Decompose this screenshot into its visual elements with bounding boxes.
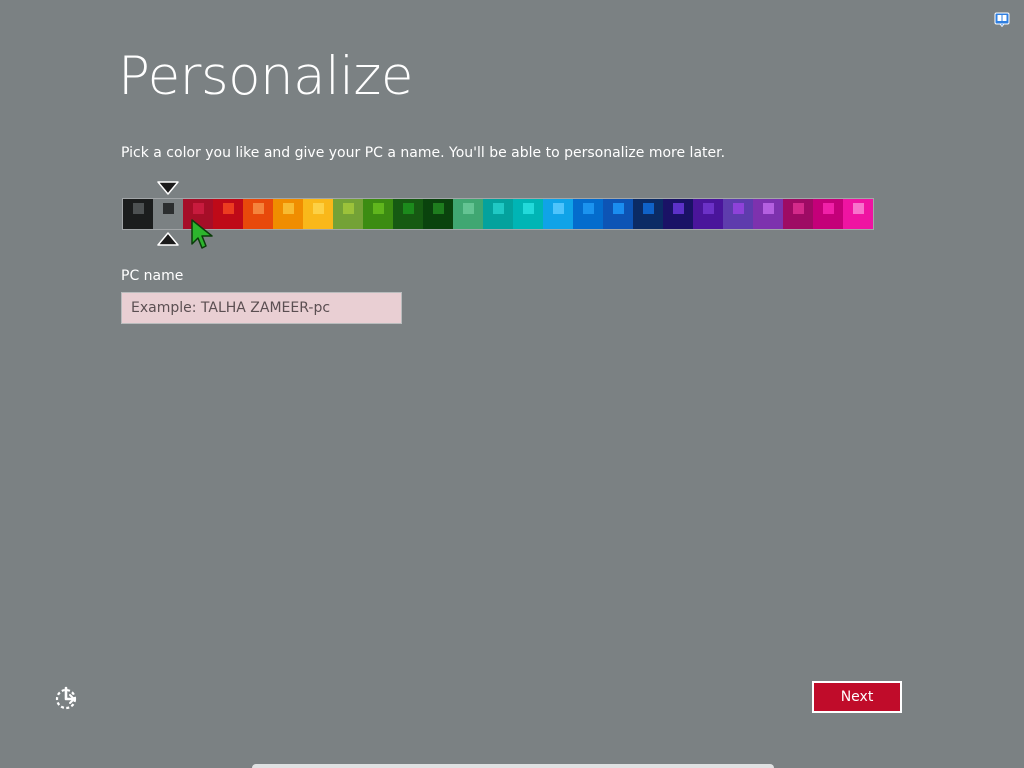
color-swatch[interactable] <box>483 199 513 229</box>
color-swatch[interactable] <box>753 199 783 229</box>
page-title: Personalize <box>118 46 413 107</box>
color-swatch-accent <box>163 203 174 214</box>
color-swatch[interactable] <box>453 199 483 229</box>
color-swatch-accent <box>253 203 264 214</box>
color-swatch[interactable] <box>303 199 333 229</box>
color-swatch-accent <box>673 203 684 214</box>
color-swatch-accent <box>703 203 714 214</box>
color-swatch-accent <box>343 203 354 214</box>
color-swatch-accent <box>313 203 324 214</box>
color-swatch[interactable] <box>633 199 663 229</box>
color-swatch-selected[interactable] <box>153 199 183 229</box>
selection-marker-top-icon <box>157 181 179 195</box>
color-swatch-accent <box>553 203 564 214</box>
color-swatch[interactable] <box>333 199 363 229</box>
color-swatch[interactable] <box>513 199 543 229</box>
selection-marker-bottom-icon <box>157 232 179 246</box>
color-swatch-accent <box>733 203 744 214</box>
color-swatch-accent <box>583 203 594 214</box>
color-swatch[interactable] <box>813 199 843 229</box>
color-swatch-accent <box>823 203 834 214</box>
color-swatch-accent <box>133 203 144 214</box>
color-swatch-accent <box>763 203 774 214</box>
color-swatch[interactable] <box>273 199 303 229</box>
color-swatch-accent <box>373 203 384 214</box>
color-swatch[interactable] <box>213 199 243 229</box>
color-swatch-accent <box>523 203 534 214</box>
color-swatch[interactable] <box>123 199 153 229</box>
color-swatch[interactable] <box>363 199 393 229</box>
color-swatch[interactable] <box>693 199 723 229</box>
color-swatch[interactable] <box>723 199 753 229</box>
color-swatch[interactable] <box>393 199 423 229</box>
color-swatch[interactable] <box>423 199 453 229</box>
color-swatch[interactable] <box>783 199 813 229</box>
color-swatch-accent <box>493 203 504 214</box>
personalize-page: Personalize Pick a color you like and gi… <box>0 0 1024 768</box>
color-swatch-accent <box>223 203 234 214</box>
pc-name-input[interactable] <box>121 292 402 324</box>
ease-of-access-icon[interactable] <box>52 684 80 712</box>
color-palette <box>122 198 874 230</box>
color-swatch-accent <box>433 203 444 214</box>
color-swatch[interactable] <box>543 199 573 229</box>
color-swatch[interactable] <box>573 199 603 229</box>
color-swatch-accent <box>643 203 654 214</box>
color-swatch[interactable] <box>663 199 693 229</box>
color-swatch-accent <box>283 203 294 214</box>
color-swatch[interactable] <box>243 199 273 229</box>
page-subtitle: Pick a color you like and give your PC a… <box>121 145 726 161</box>
next-button[interactable]: Next <box>812 681 902 713</box>
color-swatch-accent <box>463 203 474 214</box>
help-book-icon[interactable] <box>994 11 1010 27</box>
color-swatch-accent <box>193 203 204 214</box>
color-swatch-accent <box>403 203 414 214</box>
color-swatch-accent <box>613 203 624 214</box>
color-swatch-accent <box>793 203 804 214</box>
mouse-pointer-icon <box>191 219 213 249</box>
color-swatch[interactable] <box>603 199 633 229</box>
pc-name-label: PC name <box>121 268 184 284</box>
bottom-edge-bar <box>252 764 774 768</box>
color-swatch[interactable] <box>843 199 873 229</box>
color-swatch-accent <box>853 203 864 214</box>
